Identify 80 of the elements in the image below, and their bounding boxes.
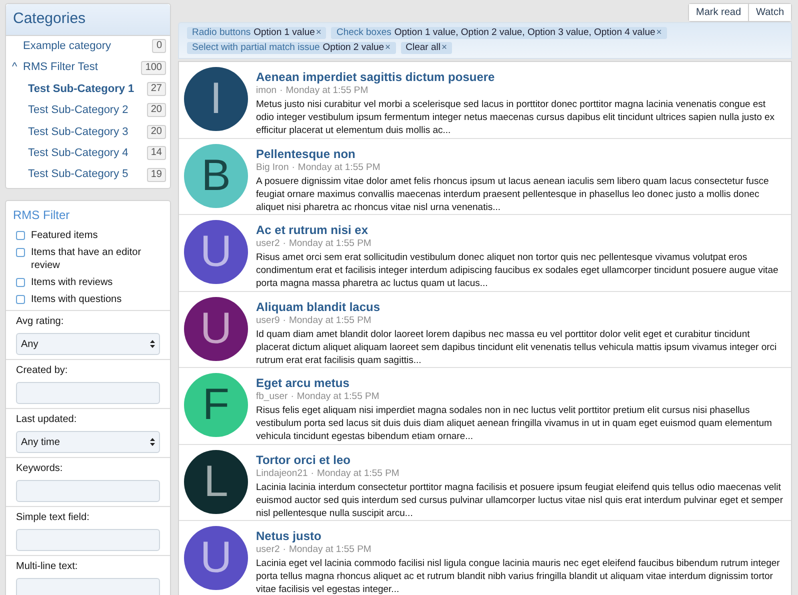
category-link[interactable]: Test Sub-Category 2 xyxy=(28,102,147,119)
avatar: U xyxy=(184,220,248,284)
avatar: I xyxy=(184,67,248,131)
count-badge: 20 xyxy=(146,103,166,118)
author-link[interactable]: imon xyxy=(256,84,277,97)
separator-dot: · xyxy=(290,390,294,403)
item-snippet: Risus amet orci sem erat sollicitudin vestibulum donec aliquet non tortor quis nec pellentesque vivamus volutpat eros condimentum erat et facilisis integer interdum adipiscing faucibus ex sodales eget ullamcorper tincidunt posuere augue vitae porta magna massa pharetra ac luctus quam ut lacus... xyxy=(256,251,780,290)
input-field[interactable] xyxy=(16,578,160,595)
count-badge: 20 xyxy=(146,124,166,139)
filter-tag[interactable]: Check boxes Option 1 value, Option 2 value, Option 3 value, Option 4 value× xyxy=(331,27,667,39)
field-label: Multi-line text: xyxy=(16,561,79,574)
field-label: Keywords: xyxy=(16,463,64,476)
filter-tag[interactable]: Radio buttons Option 1 value× xyxy=(187,27,326,39)
category-link[interactable]: Test Sub-Category 4 xyxy=(28,144,147,162)
panel-title: RMS Filter xyxy=(12,207,71,224)
category-link[interactable]: Test Sub-Category 3 xyxy=(28,124,147,140)
count-badge: 19 xyxy=(146,168,166,182)
item-title-link[interactable]: Ac et rutrum nisi ex xyxy=(256,223,786,237)
separator-dot: · xyxy=(292,160,295,174)
avatar: B xyxy=(184,144,248,208)
category-link[interactable]: Test Sub-Category 1 xyxy=(28,80,147,98)
item-snippet: Risus felis eget aliquam nisi imperdiet magna sodales non in nec luctus velit porttitor pretium elit cursus nisi phasellus vestibulum porta sed lacus sit duis duis diam aliquet aenean fringilla vivamus in ut in quam eget euismod quam elementum vehicula tincidunt egestas bibendum etiam ornare... xyxy=(256,404,773,443)
checkbox-label: Featured items xyxy=(31,229,98,242)
action-button[interactable]: Watch xyxy=(748,4,791,21)
item-snippet: Lacinia eget vel lacinia commodo facilisi nisl ligula congue lacinia mauris nec eget eleifend faucibus bibendum rutrum integer porta tellus magna rhoncus aliquet ac et rutrum blandit nibh varius fringilla blandit ut aliquam vitae interdum dignissim tortor vitae facilisis vel egestas integer... xyxy=(256,557,781,595)
avatar: U xyxy=(184,526,248,590)
panel-title: Categories xyxy=(6,4,170,36)
separator-dot: · xyxy=(282,314,286,326)
count-badge: 0 xyxy=(152,39,166,54)
input-field[interactable] xyxy=(16,382,160,404)
filter-tag[interactable]: Select with partial match issue Option 2 value× xyxy=(187,42,396,54)
avatar: F xyxy=(184,373,248,437)
checkbox[interactable] xyxy=(16,231,25,240)
avatar: L xyxy=(184,450,248,514)
item-title-link[interactable]: Eget arcu metus xyxy=(256,376,786,390)
dropdown-arrows-icon xyxy=(150,340,155,348)
checkbox-label: Items with reviews xyxy=(31,276,113,290)
collapse-toggle[interactable]: ^ xyxy=(12,61,18,74)
category-link[interactable]: Test Sub-Category 5 xyxy=(28,166,147,183)
post-time: Monday at 1:55 PM xyxy=(288,543,372,556)
post-time: Monday at 1:55 PM xyxy=(296,390,380,403)
checkbox[interactable] xyxy=(16,278,25,288)
post-time: Monday at 1:55 PM xyxy=(316,466,400,480)
separator-dot: · xyxy=(310,466,314,480)
select-field[interactable]: Any time xyxy=(16,431,160,454)
item-title-link[interactable]: Aenean imperdiet sagittis dictum posuere xyxy=(256,70,786,84)
category-link[interactable]: RMS Filter Test xyxy=(23,59,142,76)
field-label: Created by: xyxy=(16,365,69,378)
item-title-link[interactable]: Aliquam blandit lacus xyxy=(256,300,786,314)
item-title-link[interactable]: Pellentesque non xyxy=(256,146,786,160)
category-link[interactable]: Example category xyxy=(23,38,152,54)
avatar: U xyxy=(184,296,248,360)
input-field[interactable] xyxy=(16,529,160,552)
item-title-link[interactable]: Tortor orci et leo xyxy=(256,452,786,466)
post-time: Monday at 1:55 PM xyxy=(298,160,380,174)
item-title-link[interactable]: Netus justo xyxy=(256,529,786,543)
field-label: Last updated: xyxy=(16,414,78,426)
checkbox-label: Items with questions xyxy=(31,293,122,306)
item-snippet: A posuere dignissim vitae dolor amet felis rhoncus ipsum ut lacus aenean iaculis sem libero quam lacus consectetur fusce feugiat ornare maximus convallis maecenas interdum praesent pellentesque in phasellus leo donec justo a mollis donec aliquet nisi pharetra ac rhoncus vitae nisl urna venenatis... xyxy=(256,174,770,214)
separator-dot: · xyxy=(280,84,283,97)
item-snippet: Id quam diam amet blandit dolor laoreet lorem dapibus nec massa eu vel porttitor dolor velit eget et curabitur tincidunt placerat dictum aliquet aliquam laoreet sem dapibus tincidunt elit venenatis tellus vehicula mattis ipsum vivamus integer orci rutrum erat erat facilisis quam sagittis... xyxy=(256,328,778,366)
post-time: Monday at 1:55 PM xyxy=(288,314,372,326)
field-label: Simple text field: xyxy=(16,512,90,524)
post-time: Monday at 1:55 PM xyxy=(286,84,368,97)
checkbox-label: Items that have an editor review xyxy=(31,246,142,272)
clear-all-button[interactable]: Clear all× xyxy=(400,42,452,54)
checkbox[interactable] xyxy=(16,295,25,304)
dropdown-arrows-icon xyxy=(150,438,155,446)
count-badge: 100 xyxy=(141,60,166,75)
post-time: Monday at 1:55 PM xyxy=(288,237,372,250)
item-snippet: Metus justo nisi curabitur vel morbi a scelerisque sed lacus in porttitor donec porttitor magna lacinia venenatis congue est odio integer vestibulum ipsum fermentum integer netus maecenas cursus dapibus elit tincidunt ultrices sapien nulla justo ex efficitur placerat ut elementum duis mollis ac... xyxy=(256,98,776,137)
item-snippet: Lacinia lacinia interdum consectetur porttitor magna facilisis et posuere ipsum feugiat eleifend quis tellus odio maecenas velit euismod auctor sed quis interdum sed cursus pulvinar ullamcorper luctus vitae nisl quis erat interdum pulvinar eget et semper nisl pellentesque nulla suscipit arcu... xyxy=(256,480,784,520)
count-badge: 14 xyxy=(146,146,166,160)
input-field[interactable] xyxy=(16,480,160,502)
separator-dot: · xyxy=(282,543,286,556)
separator-dot: · xyxy=(282,237,286,250)
count-badge: 27 xyxy=(146,82,166,96)
checkbox[interactable] xyxy=(16,248,25,258)
select-field[interactable]: Any xyxy=(16,333,160,356)
field-label: Avg rating: xyxy=(16,316,65,328)
